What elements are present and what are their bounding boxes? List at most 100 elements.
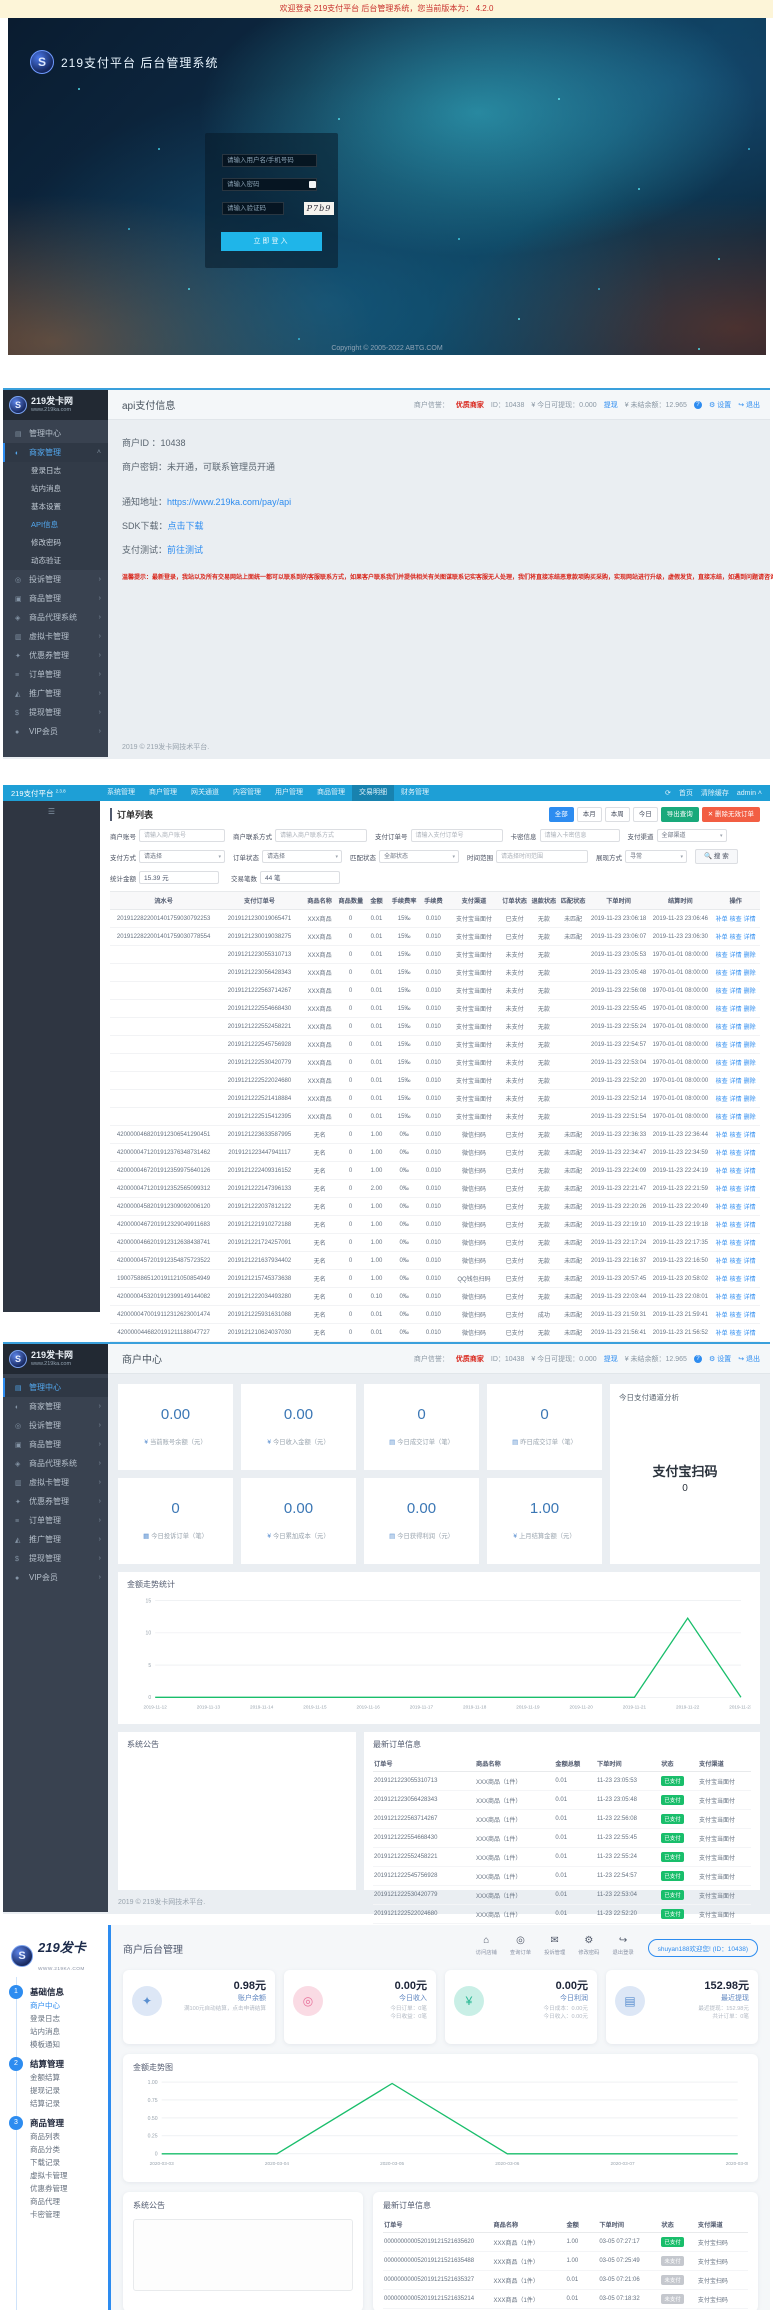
api-info-value[interactable]: https://www.219ka.com/pay/api xyxy=(167,497,291,507)
sidebar-item-VIP会员[interactable]: ●VIP会员› xyxy=(3,722,108,741)
op-link-详情[interactable]: 详情 xyxy=(730,1079,742,1085)
filter-input-商户账号[interactable]: 请输入商户账号 xyxy=(139,829,225,842)
filter-select-订单状态[interactable]: 请选择▾ xyxy=(262,850,342,863)
op-link-详情[interactable]: 详情 xyxy=(744,1205,756,1211)
sidebar-link-金额结算[interactable]: 金额结算 xyxy=(3,2071,108,2084)
op-link-详情[interactable]: 详情 xyxy=(730,1025,742,1031)
sidebar-item-推广管理[interactable]: ◭推广管理› xyxy=(3,1530,108,1549)
op-link-核查[interactable]: 核查 xyxy=(716,1007,728,1013)
settings-button[interactable]: ⚙ 设置 xyxy=(709,400,731,410)
logout-button[interactable]: ↪ 退出 xyxy=(738,400,760,410)
sidebar-item-管理中心[interactable]: ▤管理中心 xyxy=(3,1378,108,1397)
settings-button-2[interactable]: ⚙ 设置 xyxy=(709,1354,731,1364)
op-link-详情[interactable]: 详情 xyxy=(730,1043,742,1049)
sidebar-link-站内消息[interactable]: 站内消息 xyxy=(3,2025,108,2038)
op-link-详情[interactable]: 详情 xyxy=(744,1313,756,1319)
op-link-核查[interactable]: 核查 xyxy=(716,989,728,995)
sidebar-subitem-API信息[interactable]: API信息 xyxy=(3,516,108,534)
op-link-删除[interactable]: 删除 xyxy=(744,1115,756,1121)
op-link-补单[interactable]: 补单 xyxy=(716,1187,728,1193)
op-link-详情[interactable]: 详情 xyxy=(730,1007,742,1013)
logout-button-2[interactable]: ↪ 退出 xyxy=(738,1354,760,1364)
navbar-right-item[interactable]: 首页 xyxy=(679,788,693,798)
sidebar-link-卡密管理[interactable]: 卡密管理 xyxy=(3,2208,108,2221)
op-link-补单[interactable]: 补单 xyxy=(716,1277,728,1283)
op-link-补单[interactable]: 补单 xyxy=(716,1169,728,1175)
user-pill[interactable]: shuyan188欢迎您! (ID：10438) xyxy=(648,1939,758,1957)
topnav-访问店铺[interactable]: ⌂访问店铺 xyxy=(476,1935,497,1956)
op-link-核查[interactable]: 核查 xyxy=(716,1025,728,1031)
sidebar-link-商品代理[interactable]: 商品代理 xyxy=(3,2195,108,2208)
op-link-核查[interactable]: 核查 xyxy=(730,1259,742,1265)
filter-select-匹配状态[interactable]: 全部状态▾ xyxy=(379,850,459,863)
range-button-全部[interactable]: 全部 xyxy=(549,807,574,822)
password-input[interactable] xyxy=(222,178,317,191)
op-link-补单[interactable]: 补单 xyxy=(716,1313,728,1319)
sidebar-item-提现管理[interactable]: $提现管理› xyxy=(3,1549,108,1568)
captcha-image[interactable]: P7b9 xyxy=(304,202,334,215)
sidebar-subitem-基本设置[interactable]: 基本设置 xyxy=(3,498,108,516)
nav-menu-系统管理[interactable]: 系统管理 xyxy=(100,785,142,801)
sidebar-item-优惠券管理[interactable]: ✦优惠券管理› xyxy=(3,1492,108,1511)
sidebar-link-登录日志[interactable]: 登录日志 xyxy=(3,2012,108,2025)
op-link-核查[interactable]: 核查 xyxy=(716,953,728,959)
navbar-right-item[interactable]: 清除缓存 xyxy=(701,788,729,798)
login-button[interactable]: 立即登入 xyxy=(221,232,322,251)
op-link-核查[interactable]: 核查 xyxy=(716,1061,728,1067)
sidebar-item-商品管理[interactable]: ▣商品管理› xyxy=(3,1435,108,1454)
sidebar-item-虚拟卡管理[interactable]: ▥虚拟卡管理› xyxy=(3,627,108,646)
op-link-补单[interactable]: 补单 xyxy=(716,1133,728,1139)
sidebar-item-商家管理[interactable]: ◐商家管理› xyxy=(3,1397,108,1416)
nav-menu-商品管理[interactable]: 商品管理 xyxy=(310,785,352,801)
range-button-今日[interactable]: 今日 xyxy=(633,807,658,822)
op-link-核查[interactable]: 核查 xyxy=(716,1079,728,1085)
op-link-详情[interactable]: 详情 xyxy=(744,1277,756,1283)
password-eye-icon[interactable] xyxy=(309,181,316,188)
op-link-详情[interactable]: 详情 xyxy=(730,953,742,959)
sidebar-link-商品列表[interactable]: 商品列表 xyxy=(3,2130,108,2143)
sidebar-item-投诉管理[interactable]: ◎投诉管理› xyxy=(3,570,108,589)
op-link-删除[interactable]: 删除 xyxy=(744,1097,756,1103)
op-link-补单[interactable]: 补单 xyxy=(716,1295,728,1301)
sidebar-item-提现管理[interactable]: $提现管理› xyxy=(3,703,108,722)
op-link-补单[interactable]: 补单 xyxy=(716,1331,728,1337)
op-link-删除[interactable]: 删除 xyxy=(744,1043,756,1049)
filter-input-时间范围[interactable]: 请选择时间范围 xyxy=(496,850,588,863)
op-link-核查[interactable]: 核查 xyxy=(716,971,728,977)
op-link-删除[interactable]: 删除 xyxy=(744,1079,756,1085)
op-link-删除[interactable]: 删除 xyxy=(744,989,756,995)
op-link-详情[interactable]: 详情 xyxy=(730,1115,742,1121)
op-link-详情[interactable]: 详情 xyxy=(744,1331,756,1337)
sidebar-item-订单管理[interactable]: ≡订单管理› xyxy=(3,1511,108,1530)
sidebar-link-结算记录[interactable]: 结算记录 xyxy=(3,2097,108,2110)
help-icon-2[interactable]: ? xyxy=(694,1355,702,1363)
op-link-补单[interactable]: 补单 xyxy=(716,917,728,923)
api-info-value[interactable]: 点击下载 xyxy=(168,521,204,531)
op-link-详情[interactable]: 详情 xyxy=(730,971,742,977)
op-link-详情[interactable]: 详情 xyxy=(744,1259,756,1265)
sidebar-subitem-登录日志[interactable]: 登录日志 xyxy=(3,462,108,480)
op-link-核查[interactable]: 核查 xyxy=(730,1133,742,1139)
sidebar-link-商户中心[interactable]: 商户中心 xyxy=(3,1999,108,2012)
filter-input-商户联系方式[interactable]: 请输入商户联系方式 xyxy=(275,829,367,842)
op-link-详情[interactable]: 详情 xyxy=(744,917,756,923)
filter-select-支付方式[interactable]: 请选择▾ xyxy=(139,850,225,863)
op-link-补单[interactable]: 补单 xyxy=(716,1223,728,1229)
op-link-删除[interactable]: 删除 xyxy=(744,953,756,959)
op-link-删除[interactable]: 删除 xyxy=(744,1007,756,1013)
sidebar-link-模板通知[interactable]: 模板通知 xyxy=(3,2038,108,2051)
withdraw-link[interactable]: 提现 xyxy=(604,400,618,410)
nav-menu-内容管理[interactable]: 内容管理 xyxy=(226,785,268,801)
op-link-详情[interactable]: 详情 xyxy=(744,1169,756,1175)
sidebar-link-优惠券管理[interactable]: 优惠券管理 xyxy=(3,2182,108,2195)
range-button-本月[interactable]: 本月 xyxy=(577,807,602,822)
op-link-核查[interactable]: 核查 xyxy=(730,1187,742,1193)
op-link-核查[interactable]: 核查 xyxy=(730,917,742,923)
op-link-补单[interactable]: 补单 xyxy=(716,1241,728,1247)
op-link-详情[interactable]: 详情 xyxy=(730,989,742,995)
sidebar-item-商品代理系统[interactable]: ◈商品代理系统› xyxy=(3,608,108,627)
op-link-核查[interactable]: 核查 xyxy=(730,1223,742,1229)
op-link-详情[interactable]: 详情 xyxy=(744,1151,756,1157)
op-link-详情[interactable]: 详情 xyxy=(730,1097,742,1103)
filter-select-展现方式[interactable]: 寻常▾ xyxy=(625,850,687,863)
